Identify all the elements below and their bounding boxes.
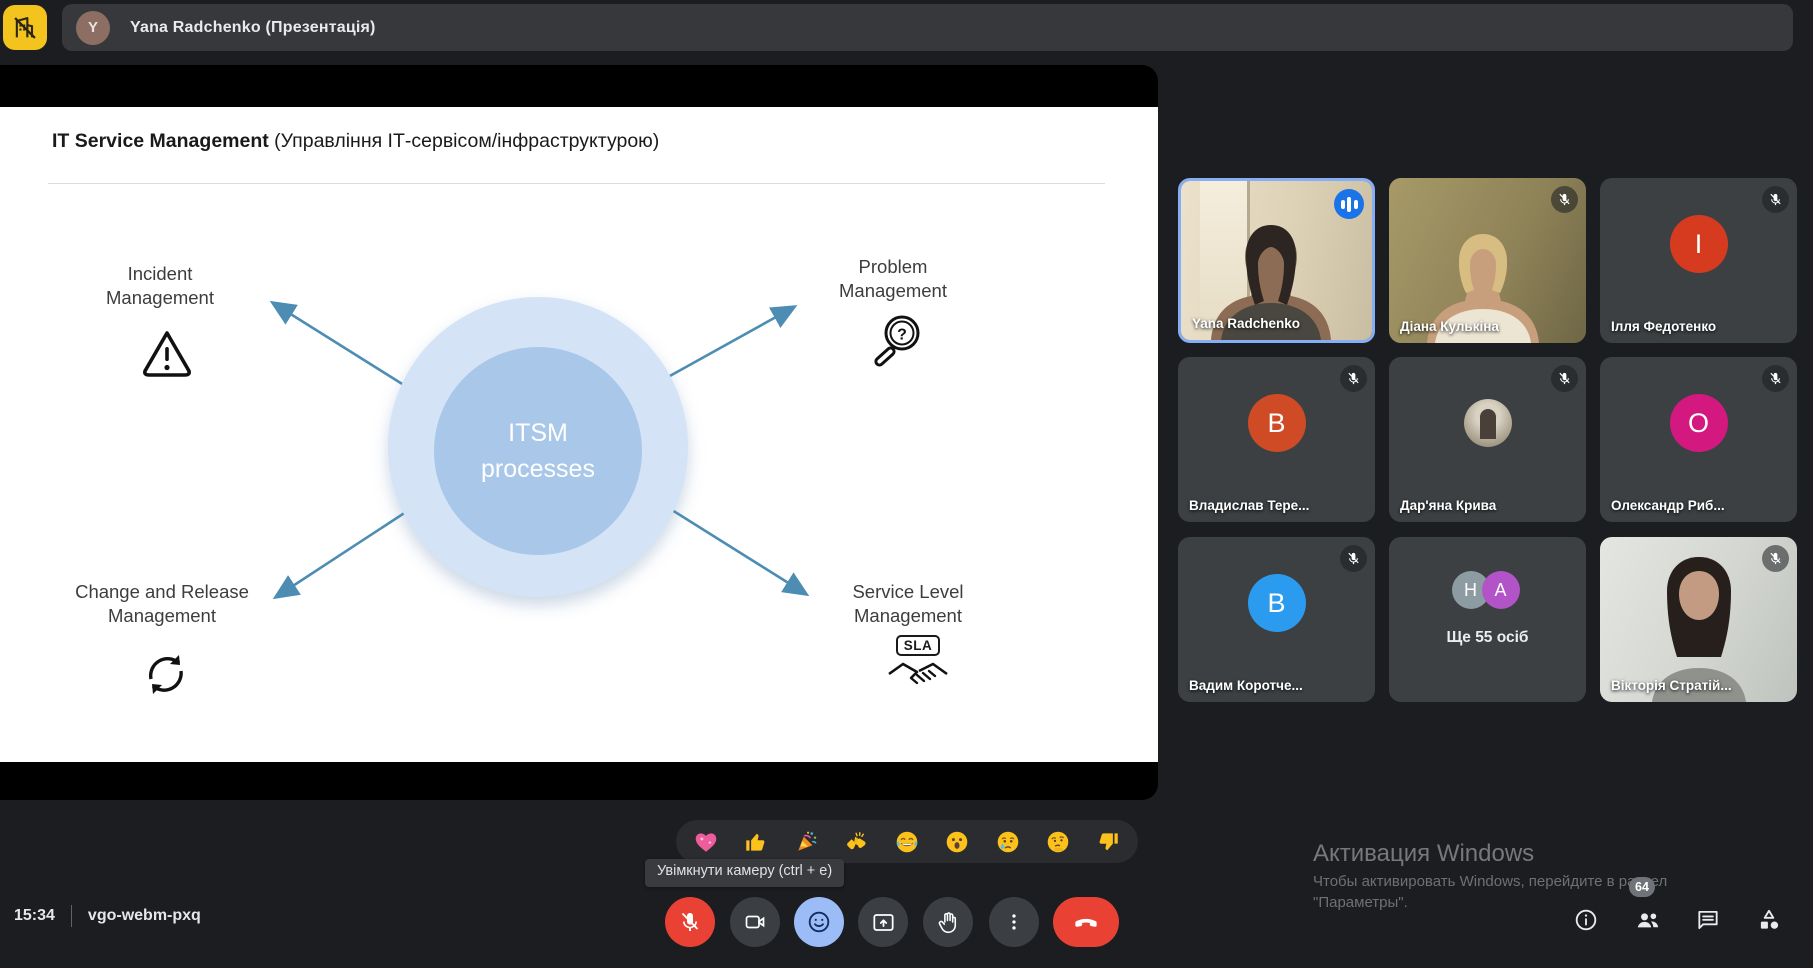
open-mouth-reaction[interactable] bbox=[943, 828, 971, 856]
tile-vladyslav[interactable]: В Владислав Тере... bbox=[1178, 357, 1375, 522]
tile-more-participants[interactable]: Н А Ще 55 осіб bbox=[1389, 537, 1586, 702]
camera-toggle-button[interactable] bbox=[730, 897, 780, 947]
tile-yana-radchenko[interactable]: Yana Radchenko bbox=[1178, 178, 1375, 343]
reactions-button[interactable] bbox=[794, 897, 844, 947]
mic-toggle-button[interactable] bbox=[665, 897, 715, 947]
tile-diana-kulkina[interactable]: Діана Кулькіна bbox=[1389, 178, 1586, 343]
warning-triangle-icon bbox=[139, 325, 195, 381]
windows-activation-line2: "Параметры". bbox=[1313, 894, 1408, 911]
participant-name: Діана Кулькіна bbox=[1400, 319, 1499, 334]
smiley-icon bbox=[806, 909, 832, 935]
sparkling-heart-reaction[interactable] bbox=[692, 828, 720, 856]
windows-activation-title: Активация Windows bbox=[1313, 840, 1534, 868]
divider bbox=[71, 905, 72, 927]
mic-muted-indicator bbox=[1551, 365, 1578, 392]
mic-muted-indicator bbox=[1340, 545, 1367, 572]
presentation-slide: IT Service Management (Управління ІТ-сер… bbox=[0, 107, 1158, 762]
clock: 15:34 bbox=[14, 907, 55, 925]
participant-name: Владислав Тере... bbox=[1189, 498, 1309, 513]
activities-icon bbox=[1756, 907, 1782, 933]
clapping-hands-reaction[interactable] bbox=[843, 828, 871, 856]
tile-oleksandr[interactable]: О Олександр Риб... bbox=[1600, 357, 1797, 522]
presenter-title-bar[interactable]: Y Yana Radchenko (Презентація) bbox=[62, 4, 1793, 51]
initial-avatar: І bbox=[1670, 215, 1728, 273]
present-screen-icon bbox=[871, 910, 896, 935]
refresh-arrows-icon bbox=[137, 645, 195, 703]
shared-screen-region[interactable]: IT Service Management (Управління ІТ-сер… bbox=[0, 65, 1158, 800]
tile-illia-fedotenko[interactable]: І Ілля Федотенко bbox=[1600, 178, 1797, 343]
more-options-button[interactable] bbox=[989, 897, 1039, 947]
avatar: Y bbox=[76, 11, 110, 45]
participants-grid: Yana Radchenko Діана Кулькіна І Ілля Фед… bbox=[1178, 178, 1798, 703]
sla-badge: SLA bbox=[896, 635, 941, 656]
tile-vadym[interactable]: В Вадим Коротче... bbox=[1178, 537, 1375, 702]
participant-name: Ілля Федотенко bbox=[1611, 319, 1716, 334]
activities-button[interactable] bbox=[1755, 906, 1783, 934]
building-slash-icon bbox=[11, 14, 39, 42]
reactions-bar bbox=[676, 820, 1138, 863]
info-icon bbox=[1573, 907, 1599, 933]
mic-muted-indicator bbox=[1762, 186, 1789, 213]
itsm-center-line2: processes bbox=[481, 451, 595, 487]
speaking-indicator bbox=[1334, 189, 1364, 219]
mic-muted-indicator bbox=[1340, 365, 1367, 392]
participant-name: Вікторія Стратій... bbox=[1611, 678, 1732, 693]
crying-face-reaction[interactable] bbox=[994, 828, 1022, 856]
participant-name: Вадим Коротче... bbox=[1189, 678, 1303, 693]
mic-muted-indicator bbox=[1551, 186, 1578, 213]
thinking-face-reaction[interactable] bbox=[1044, 828, 1072, 856]
camera-icon bbox=[743, 910, 767, 934]
svg-text:?: ? bbox=[897, 327, 907, 344]
tile-daryana[interactable]: Дар'яна Крива bbox=[1389, 357, 1586, 522]
node-problem-label: Problem Management bbox=[793, 255, 993, 303]
itsm-inner-circle: ITSM processes bbox=[434, 347, 642, 555]
participant-name: Олександр Риб... bbox=[1611, 498, 1725, 513]
node-incident-label: Incident Management bbox=[60, 262, 260, 310]
raised-hand-icon bbox=[936, 910, 961, 935]
photo-avatar bbox=[1464, 399, 1512, 447]
itsm-center-line1: ITSM bbox=[508, 415, 568, 451]
participant-name: Yana Radchenko bbox=[1192, 316, 1300, 331]
magnifier-question-icon: ? bbox=[866, 311, 928, 377]
participant-count-badge: 64 bbox=[1629, 877, 1655, 897]
raise-hand-button[interactable] bbox=[923, 897, 973, 947]
party-popper-reaction[interactable] bbox=[793, 828, 821, 856]
sla-handshake-icon: SLA bbox=[858, 635, 978, 692]
hangup-icon bbox=[1072, 908, 1100, 936]
node-change-label: Change and Release Management bbox=[52, 580, 272, 628]
people-icon bbox=[1634, 906, 1662, 934]
handshake-icon bbox=[881, 658, 955, 692]
time-and-code: 15:34 vgo-webm-pxq bbox=[14, 905, 201, 927]
meeting-code: vgo-webm-pxq bbox=[88, 907, 201, 925]
chat-icon bbox=[1695, 907, 1721, 933]
node-service-label: Service Level Management bbox=[798, 580, 1018, 628]
people-panel-button[interactable] bbox=[1634, 906, 1662, 934]
mic-off-icon bbox=[678, 910, 702, 934]
initial-avatar: В bbox=[1248, 394, 1306, 452]
mic-muted-indicator bbox=[1762, 545, 1789, 572]
more-participants-label: Ще 55 осіб bbox=[1389, 629, 1586, 647]
leave-call-button[interactable] bbox=[1053, 897, 1119, 947]
camera-tooltip: Увімкнути камеру (ctrl + e) bbox=[645, 859, 844, 887]
tears-of-joy-reaction[interactable] bbox=[893, 828, 921, 856]
participant-name: Дар'яна Крива bbox=[1400, 498, 1496, 513]
initial-avatar: О bbox=[1670, 394, 1728, 452]
presentation-disabled-badge[interactable] bbox=[3, 5, 47, 50]
meet-window: Y Yana Radchenko (Презентація) IT Servic… bbox=[0, 0, 1813, 968]
thumbs-down-reaction[interactable] bbox=[1094, 828, 1122, 856]
more-vertical-icon bbox=[1003, 911, 1025, 933]
mic-muted-indicator bbox=[1762, 365, 1789, 392]
present-screen-button[interactable] bbox=[858, 897, 908, 947]
windows-activation-line1: Чтобы активировать Windows, перейдите в … bbox=[1313, 873, 1667, 890]
overflow-avatars: Н А bbox=[1452, 571, 1524, 611]
presenter-title: Yana Radchenko (Презентація) bbox=[130, 19, 376, 37]
tile-viktoriia[interactable]: Вікторія Стратій... bbox=[1600, 537, 1797, 702]
overflow-avatar-2: А bbox=[1482, 571, 1520, 609]
initial-avatar: В bbox=[1248, 574, 1306, 632]
meeting-details-button[interactable] bbox=[1572, 906, 1600, 934]
chat-panel-button[interactable] bbox=[1694, 906, 1722, 934]
thumbs-up-reaction[interactable] bbox=[742, 828, 770, 856]
